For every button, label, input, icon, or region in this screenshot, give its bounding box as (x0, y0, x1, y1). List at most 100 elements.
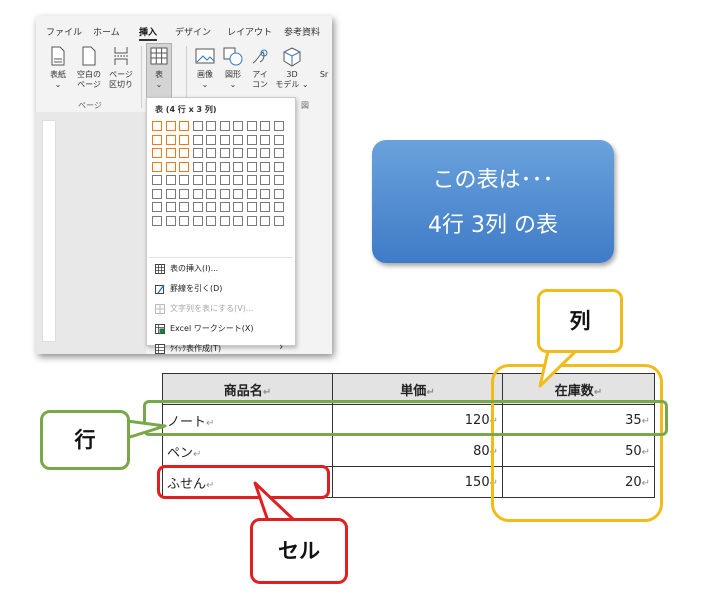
table-size-cell[interactable] (246, 215, 257, 226)
table-size-cell[interactable] (219, 148, 230, 158)
table-size-cell[interactable] (233, 175, 243, 185)
table-size-cell[interactable] (219, 121, 230, 131)
table-size-cell[interactable] (192, 215, 203, 226)
table-size-cell[interactable] (260, 121, 270, 131)
table-size-cell[interactable] (260, 188, 270, 199)
table-size-cell[interactable] (206, 121, 216, 131)
table-size-cell[interactable] (233, 161, 243, 172)
3d-models-button[interactable]: 3D モデル ⌄ (274, 46, 310, 100)
table-size-cell[interactable] (165, 202, 176, 212)
table-size-cell[interactable] (219, 202, 230, 212)
table-size-cell[interactable] (192, 148, 203, 158)
table-size-cell[interactable] (179, 148, 189, 158)
table-size-cell[interactable] (233, 202, 243, 212)
table-size-cell[interactable] (233, 188, 243, 199)
excel-worksheet-item[interactable]: Excel ワークシート(X) (155, 323, 253, 334)
table-size-cell[interactable] (219, 175, 230, 185)
tab-insert[interactable]: 挿入 (139, 25, 158, 41)
draw-table-item[interactable]: 罫線を引く(D) (155, 283, 222, 294)
table-size-cell[interactable] (206, 175, 216, 185)
table-size-cell[interactable] (152, 188, 162, 199)
table-size-cell[interactable] (260, 215, 270, 226)
table-size-cell[interactable] (219, 161, 230, 172)
table-size-cell[interactable] (246, 161, 257, 172)
shapes-button[interactable]: 図形 ⌄ (220, 46, 246, 100)
table-size-cell[interactable] (165, 121, 176, 131)
table-size-cell[interactable] (233, 148, 243, 158)
table-size-cell[interactable] (192, 202, 203, 212)
table-size-cell[interactable] (152, 148, 162, 158)
table-size-cell[interactable] (206, 161, 216, 172)
table-size-cell[interactable] (192, 134, 203, 145)
table-size-cell[interactable] (273, 202, 284, 212)
convert-text-item[interactable]: 文字列を表にする(V)... (155, 303, 253, 314)
table-size-cell[interactable] (273, 175, 284, 185)
table-size-cell[interactable] (152, 134, 162, 145)
table-size-cell[interactable] (179, 134, 189, 145)
table-size-cell[interactable] (152, 175, 162, 185)
table-size-cell[interactable] (165, 215, 176, 226)
table-size-cell[interactable] (152, 202, 162, 212)
table-size-cell[interactable] (273, 215, 284, 226)
insert-table-item[interactable]: 表の挿入(I)... (155, 263, 218, 274)
table-size-cell[interactable] (192, 188, 203, 199)
table-size-cell[interactable] (246, 188, 257, 199)
table-size-cell[interactable] (260, 134, 270, 145)
table-size-cell[interactable] (165, 134, 176, 145)
table-size-cell[interactable] (273, 161, 284, 172)
table-size-cell[interactable] (260, 161, 270, 172)
table-size-cell[interactable] (152, 161, 162, 172)
page-break-button[interactable]: ページ 区切り (106, 46, 136, 100)
table-size-cell[interactable] (152, 215, 162, 226)
table-size-cell[interactable] (260, 175, 270, 185)
table-size-cell[interactable] (246, 121, 257, 131)
table-size-cell[interactable] (192, 161, 203, 172)
tab-layout[interactable]: レイアウト (227, 25, 272, 38)
table-size-cell[interactable] (179, 161, 189, 172)
table-size-cell[interactable] (165, 188, 176, 199)
tab-home[interactable]: ホーム (93, 25, 120, 38)
table-size-cell[interactable] (219, 188, 230, 199)
blank-page-button[interactable]: 空白の ページ (74, 46, 104, 100)
table-size-cell[interactable] (219, 215, 230, 226)
table-cell[interactable]: 80↵ (332, 435, 503, 467)
smartart-button[interactable]: Sr (316, 70, 332, 80)
table-size-cell[interactable] (246, 175, 257, 185)
table-size-cell[interactable] (206, 202, 216, 212)
tab-file[interactable]: ファイル (46, 25, 82, 38)
table-size-cell[interactable] (192, 175, 203, 185)
table-size-cell[interactable] (206, 215, 216, 226)
table-size-cell[interactable] (246, 148, 257, 158)
table-size-cell[interactable] (192, 121, 203, 131)
table-size-cell[interactable] (206, 188, 216, 199)
table-size-cell[interactable] (179, 202, 189, 212)
table-cell[interactable]: 150↵ (332, 466, 503, 498)
tab-references[interactable]: 参考資料 (284, 25, 320, 38)
table-size-cell[interactable] (233, 121, 243, 131)
table-size-cell[interactable] (233, 215, 243, 226)
table-size-cell[interactable] (165, 148, 176, 158)
table-size-cell[interactable] (246, 202, 257, 212)
table-size-cell[interactable] (152, 121, 162, 131)
table-size-cell[interactable] (260, 148, 270, 158)
table-size-cell[interactable] (260, 202, 270, 212)
table-size-cell[interactable] (273, 188, 284, 199)
table-size-cell[interactable] (273, 148, 284, 158)
table-size-cell[interactable] (206, 148, 216, 158)
table-size-cell[interactable] (273, 134, 284, 145)
table-size-cell[interactable] (165, 175, 176, 185)
table-size-cell[interactable] (273, 121, 284, 131)
table-size-cell[interactable] (219, 134, 230, 145)
table-size-cell[interactable] (179, 175, 189, 185)
table-cell[interactable]: ペン↵ (162, 435, 333, 467)
table-size-cell[interactable] (246, 134, 257, 145)
icons-button[interactable]: アイ コン (248, 46, 272, 100)
cover-page-button[interactable]: 表紙 ⌄ (44, 46, 72, 100)
table-size-cell[interactable] (179, 215, 189, 226)
tab-design[interactable]: デザイン (175, 25, 211, 38)
pictures-button[interactable]: 画像 ⌄ (192, 46, 218, 100)
table-button[interactable]: 表 ⌄ (146, 43, 172, 99)
table-size-cell[interactable] (233, 134, 243, 145)
table-size-cell[interactable] (206, 134, 216, 145)
table-size-cell[interactable] (179, 121, 189, 131)
